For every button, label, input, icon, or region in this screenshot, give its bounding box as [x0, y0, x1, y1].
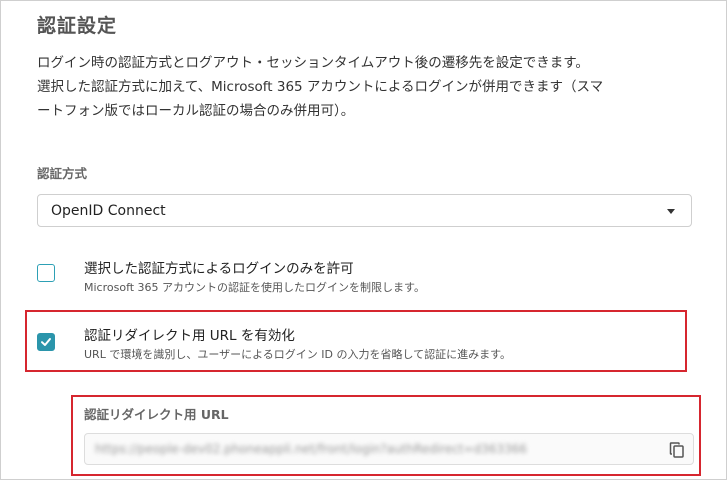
- description-line: ートフォン版ではローカル認証の場合のみ併用可）。: [37, 103, 355, 119]
- auth-method-select[interactable]: OpenID Connect: [37, 194, 692, 227]
- option-title: 認証リダイレクト用 URL を有効化: [84, 328, 295, 344]
- redirect-url-value: https://people-dev02.phoneappli.net/fron…: [95, 442, 527, 456]
- page-title: 認証設定: [37, 15, 118, 37]
- enable-redirect-url-checkbox[interactable]: [37, 333, 55, 351]
- option-subtitle: URL で環境を識別し、ユーザーによるログイン ID の入力を省略して認証に進み…: [84, 348, 512, 361]
- check-icon: [41, 338, 51, 346]
- auth-method-label: 認証方式: [37, 166, 88, 181]
- auth-method-selected-value: OpenID Connect: [51, 203, 166, 219]
- chevron-down-icon: [667, 209, 675, 214]
- option-subtitle: Microsoft 365 アカウントの認証を使用したログインを制限します。: [84, 281, 425, 294]
- option-title: 選択した認証方式によるログインのみを許可: [84, 261, 354, 277]
- page-description: ログイン時の認証方式とログアウト・セッションタイムアウト後の遷移先を設定できます…: [37, 51, 697, 123]
- description-line: ログイン時の認証方式とログアウト・セッションタイムアウト後の遷移先を設定できます…: [37, 55, 589, 71]
- login-only-checkbox[interactable]: [37, 264, 55, 282]
- redirect-url-label: 認証リダイレクト用 URL: [84, 407, 229, 422]
- description-line: 選択した認証方式に加えて、Microsoft 365 アカウントによるログインが…: [37, 79, 604, 95]
- redirect-url-field[interactable]: https://people-dev02.phoneappli.net/fron…: [84, 433, 694, 465]
- auth-settings-panel: 認証設定 ログイン時の認証方式とログアウト・セッションタイムアウト後の遷移先を設…: [0, 0, 727, 480]
- copy-icon[interactable]: [669, 441, 685, 463]
